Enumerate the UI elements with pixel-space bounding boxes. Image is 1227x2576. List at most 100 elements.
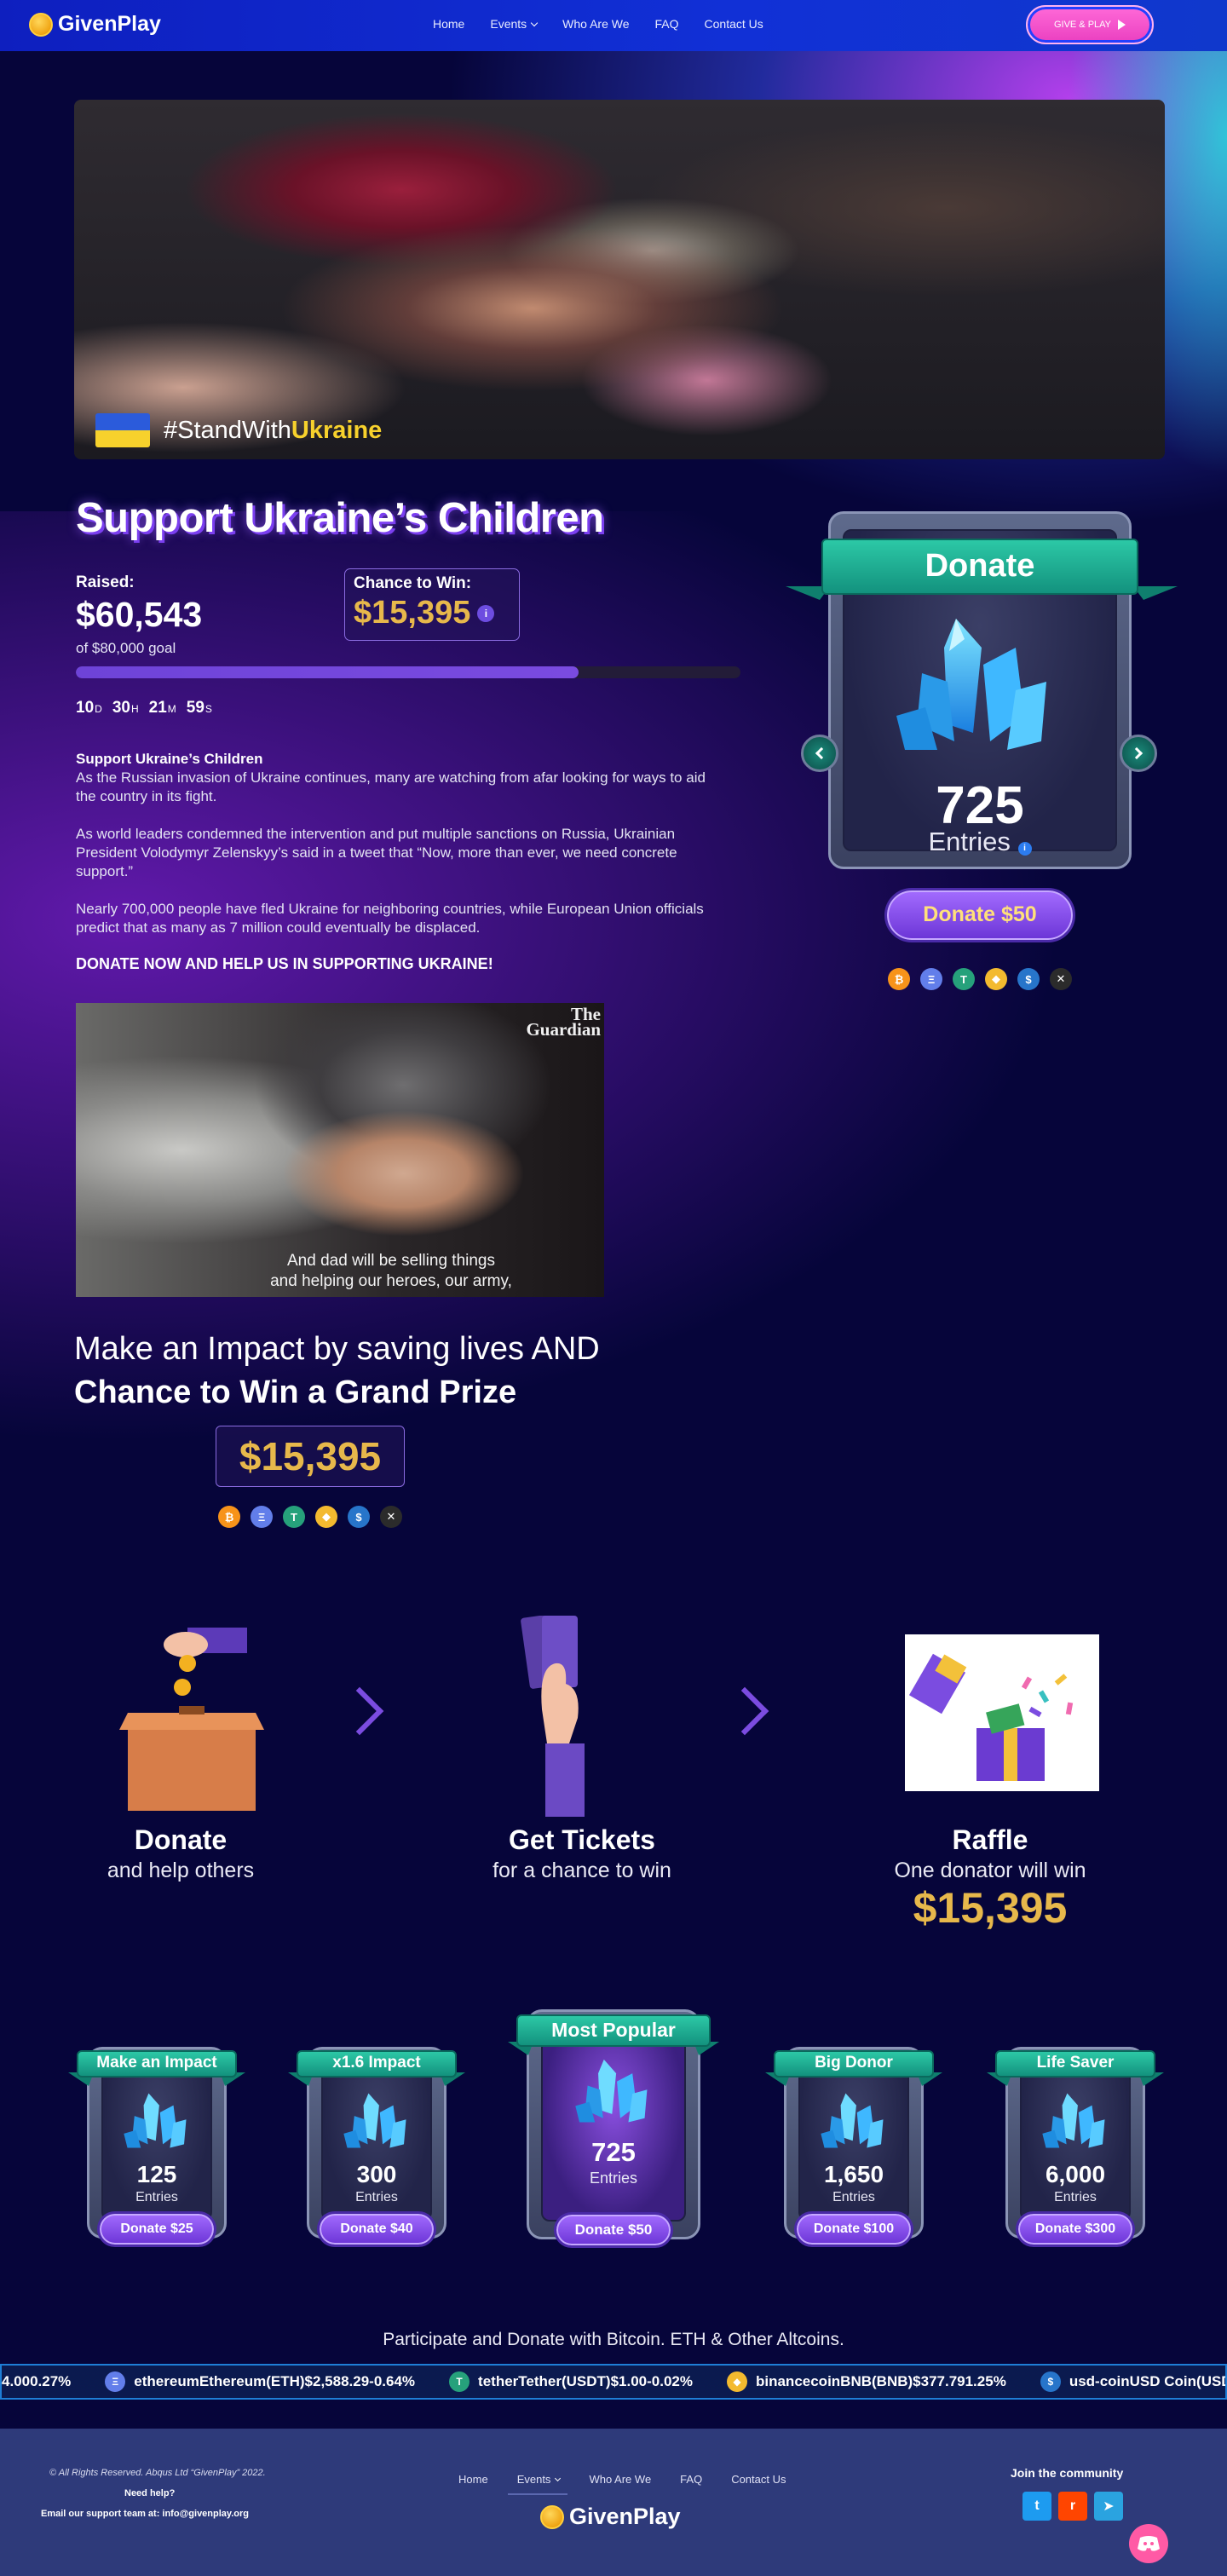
ticker-item: ◆ binancecoinBNB(BNB)$377.791.25% bbox=[726, 2371, 1006, 2392]
raised-value: $60,543 bbox=[76, 595, 203, 634]
info-icon[interactable]: i bbox=[477, 604, 495, 622]
tier-donate-button[interactable]: Donate $100 bbox=[794, 2211, 913, 2247]
tether-icon: T bbox=[953, 968, 975, 990]
tier-ribbon: Big Donor bbox=[774, 2050, 934, 2078]
usd-coin-icon: $ bbox=[1017, 968, 1040, 990]
tier-ribbon: Make an Impact bbox=[77, 2050, 237, 2078]
grand-prize-box: $15,395 bbox=[216, 1426, 405, 1487]
donate-50-button[interactable]: Donate $50 bbox=[884, 888, 1075, 942]
campaign-description: Support Ukraine’s Children As the Russian… bbox=[76, 750, 706, 956]
tier-donate-button[interactable]: Donate $300 bbox=[1016, 2211, 1135, 2247]
footer-link-home[interactable]: Home bbox=[458, 2473, 488, 2486]
tier-count: 1,650 bbox=[823, 2161, 884, 2187]
next-arrow-button[interactable] bbox=[1120, 735, 1157, 772]
social-links: t r ➤ bbox=[1022, 2492, 1123, 2521]
ribbon-tail-right bbox=[1133, 586, 1178, 600]
desc-p1-text: As the Russian invasion of Ukraine conti… bbox=[76, 769, 706, 804]
ukraine-flag-icon bbox=[95, 413, 150, 447]
footer-logo[interactable]: GivenPlay bbox=[540, 2504, 681, 2530]
discord-chat-button[interactable] bbox=[1129, 2524, 1168, 2563]
chance-label: Chance to Win: bbox=[354, 574, 472, 592]
gift-box-icon bbox=[908, 1653, 1074, 1781]
goal-text: of $80,000 goal bbox=[76, 640, 176, 656]
give-and-play-label: GIVE & PLAY bbox=[1053, 20, 1112, 30]
footer-events-label: Events bbox=[516, 2473, 551, 2486]
bitcoin-icon: ₿ bbox=[218, 1506, 240, 1528]
tier-ribbon: Most Popular bbox=[516, 2014, 711, 2047]
seconds-unit: S bbox=[204, 703, 212, 715]
logo[interactable]: GivenPlay bbox=[29, 12, 161, 37]
tether-icon: T bbox=[449, 2371, 470, 2392]
footer-link-events[interactable]: Events bbox=[516, 2473, 562, 2486]
tier-entries-label: Entries bbox=[832, 2190, 875, 2204]
coin-logo-icon bbox=[540, 2504, 564, 2529]
top-navbar: GivenPlay Home Events Who Are We FAQ Con… bbox=[0, 0, 1227, 51]
donate-cta-text: DONATE NOW AND HELP US IN SUPPORTING UKR… bbox=[76, 955, 493, 972]
nav-home[interactable]: Home bbox=[433, 17, 464, 31]
chevron-right-icon bbox=[1130, 746, 1143, 760]
step-raffle-title: Raffle bbox=[952, 1824, 1028, 1855]
seconds-value: 59 bbox=[186, 699, 204, 717]
footer-link-contact[interactable]: Contact Us bbox=[731, 2473, 786, 2486]
tier-card: Big Donor 1,650 Entries Donate $100 bbox=[765, 2038, 942, 2256]
video-player[interactable]: The Guardian And dad will be selling thin… bbox=[76, 1003, 604, 1297]
info-icon[interactable]: i bbox=[1017, 841, 1032, 856]
reddit-icon[interactable]: r bbox=[1058, 2492, 1087, 2521]
tier-count: 6,000 bbox=[1045, 2161, 1106, 2187]
give-and-play-button[interactable]: GIVE & PLAY bbox=[1026, 5, 1154, 44]
step-raffle-sub: One donator will win bbox=[894, 1859, 1086, 1882]
nav-faq[interactable]: FAQ bbox=[655, 17, 679, 31]
countdown-hours: 30H bbox=[112, 699, 139, 717]
desc-heading: Support Ukraine’s Children bbox=[76, 751, 263, 767]
crypto-icons-row: ₿ Ξ T ◆ $ ✕ bbox=[888, 968, 1072, 990]
impact-line-1: Make an Impact by saving lives AND bbox=[74, 1331, 600, 1367]
footer-email[interactable]: Email our support team at: info@givenpla… bbox=[41, 2509, 249, 2519]
hashtag-text: #StandWithUkraine bbox=[164, 417, 382, 445]
ticker-text: usd-coinUSD Coin(USDC bbox=[1069, 2373, 1227, 2389]
desc-paragraph-1: Support Ukraine’s Children As the Russian… bbox=[76, 750, 706, 806]
tier-ribbon: x1.6 Impact bbox=[297, 2050, 457, 2078]
step-tickets-sub: for a chance to win bbox=[493, 1859, 671, 1882]
crystal-icon bbox=[896, 619, 1046, 750]
twitter-icon[interactable]: t bbox=[1022, 2492, 1051, 2521]
footer-link-faq[interactable]: FAQ bbox=[680, 2473, 702, 2486]
prev-arrow-button[interactable] bbox=[801, 735, 838, 772]
tier-donate-button[interactable]: Donate $40 bbox=[317, 2211, 436, 2247]
play-icon bbox=[1118, 20, 1126, 30]
footer-link-who[interactable]: Who Are We bbox=[589, 2473, 651, 2486]
nav-events[interactable]: Events bbox=[490, 17, 539, 31]
footer-link-underline bbox=[508, 2493, 567, 2495]
step-raffle-prize: $15,395 bbox=[913, 1884, 1068, 1932]
coin-logo-icon bbox=[29, 12, 53, 37]
tier-donate-button[interactable]: Donate $25 bbox=[97, 2211, 216, 2247]
nav-who-are-we[interactable]: Who Are We bbox=[562, 17, 629, 31]
participate-text: Participate and Donate with Bitcoin. ETH… bbox=[383, 2330, 844, 2349]
chevron-right-icon bbox=[335, 1686, 384, 1736]
chevron-down-icon bbox=[555, 2475, 562, 2482]
video-subtitle: And dad will be selling things and helpin… bbox=[76, 1251, 604, 1292]
footer-links: Home Events Who Are We FAQ Contact Us bbox=[458, 2473, 786, 2486]
chance-value-row: $15,395 i bbox=[354, 595, 510, 631]
chevron-down-icon bbox=[530, 19, 539, 27]
crystal-icon bbox=[1042, 2093, 1105, 2148]
ethereum-icon: Ξ bbox=[251, 1506, 273, 1528]
telegram-icon[interactable]: ➤ bbox=[1094, 2492, 1123, 2521]
crypto-ticker: 4.000.27% ΞethereumEthereum(ETH)$2,588.2… bbox=[0, 2364, 1227, 2400]
chevron-right-icon bbox=[720, 1686, 769, 1736]
progress-fill bbox=[76, 666, 579, 678]
subtitle-line-1: And dad will be selling things bbox=[287, 1252, 495, 1270]
minutes-unit: M bbox=[167, 703, 176, 715]
crystal-icon bbox=[343, 2093, 406, 2148]
guardian-logo: The Guardian bbox=[526, 1006, 601, 1039]
raised-label: Raised: bbox=[76, 573, 135, 591]
hero-image: #StandWithUkraine bbox=[74, 100, 1165, 459]
nav-contact[interactable]: Contact Us bbox=[705, 17, 763, 31]
chance-to-win-box: Chance to Win: $15,395 i bbox=[344, 568, 520, 641]
countdown-minutes: 21M bbox=[149, 699, 176, 717]
tier-card: Most Popular 725 Entries Donate $50 bbox=[508, 2001, 719, 2256]
tier-donate-button[interactable]: Donate $50 bbox=[554, 2212, 673, 2248]
binance-icon: ◆ bbox=[985, 968, 1007, 990]
campaign-title: Support Ukraine’s Children bbox=[76, 495, 604, 541]
tier-entries-label: Entries bbox=[589, 2170, 638, 2187]
desc-paragraph-3: Nearly 700,000 people have fled Ukraine … bbox=[76, 901, 704, 936]
